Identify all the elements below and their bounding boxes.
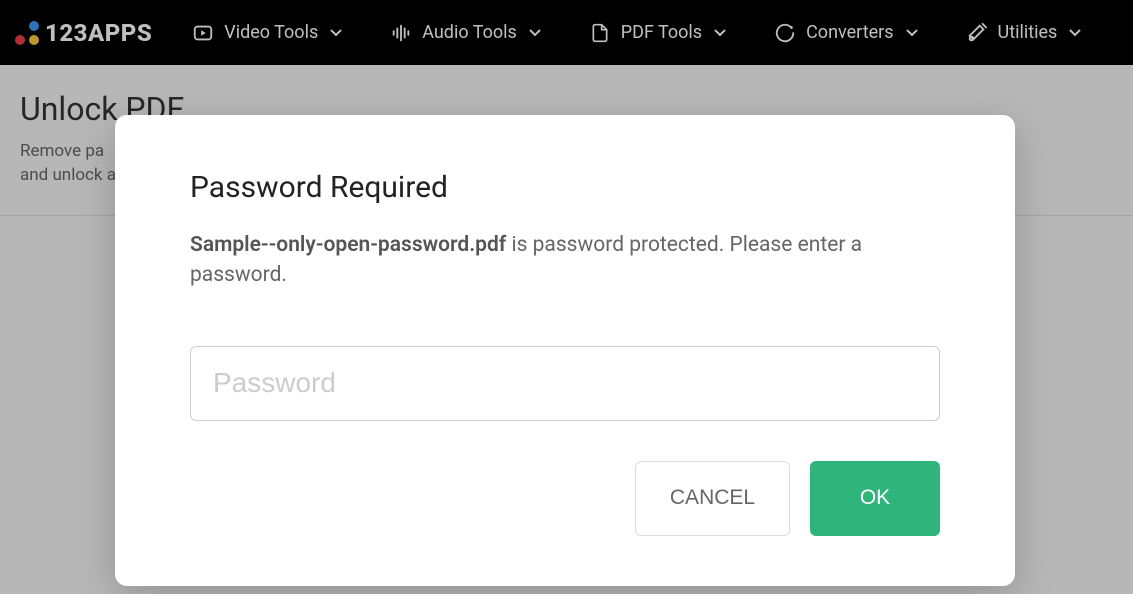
ok-button[interactable]: OK <box>810 461 940 536</box>
cancel-button[interactable]: CANCEL <box>635 461 790 536</box>
modal-description: Sample--only-open-password.pdf is passwo… <box>190 230 940 291</box>
modal-filename: Sample--only-open-password.pdf <box>190 233 506 257</box>
modal-buttons: CANCEL OK <box>190 461 940 536</box>
password-modal: Password Required Sample--only-open-pass… <box>115 115 1015 586</box>
modal-title: Password Required <box>190 170 940 205</box>
password-input[interactable] <box>190 346 940 421</box>
